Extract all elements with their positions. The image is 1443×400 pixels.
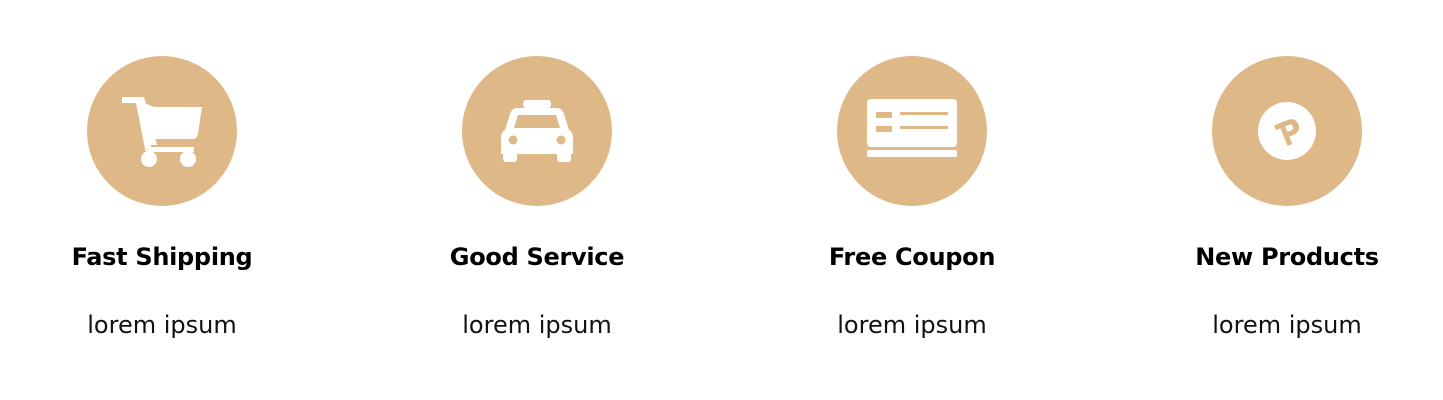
feature-description: lorem ipsum (462, 311, 612, 339)
feature-title: Good Service (449, 243, 625, 271)
icon-circle (87, 56, 237, 206)
features-section: Fast Shipping lorem ipsum Good Service l… (0, 0, 1443, 400)
feature-fast-shipping: Fast Shipping lorem ipsum (12, 0, 312, 400)
feature-title: New Products (1195, 243, 1379, 271)
feature-good-service: Good Service lorem ipsum (387, 0, 687, 400)
taxi-icon (501, 100, 573, 162)
icon-circle (462, 56, 612, 206)
icon-circle (1212, 56, 1362, 206)
feature-description: lorem ipsum (837, 311, 987, 339)
feature-new-products: New Products lorem ipsum (1137, 0, 1437, 400)
feature-description: lorem ipsum (87, 311, 237, 339)
feature-title: Free Coupon (828, 243, 996, 271)
icon-circle (837, 56, 987, 206)
credit-card-icon (867, 99, 957, 157)
feature-title: Fast Shipping (71, 243, 253, 271)
product-hunt-icon (1258, 102, 1316, 160)
feature-free-coupon: Free Coupon lorem ipsum (762, 0, 1062, 400)
feature-description: lorem ipsum (1212, 311, 1362, 339)
shopping-cart-icon (122, 97, 202, 167)
